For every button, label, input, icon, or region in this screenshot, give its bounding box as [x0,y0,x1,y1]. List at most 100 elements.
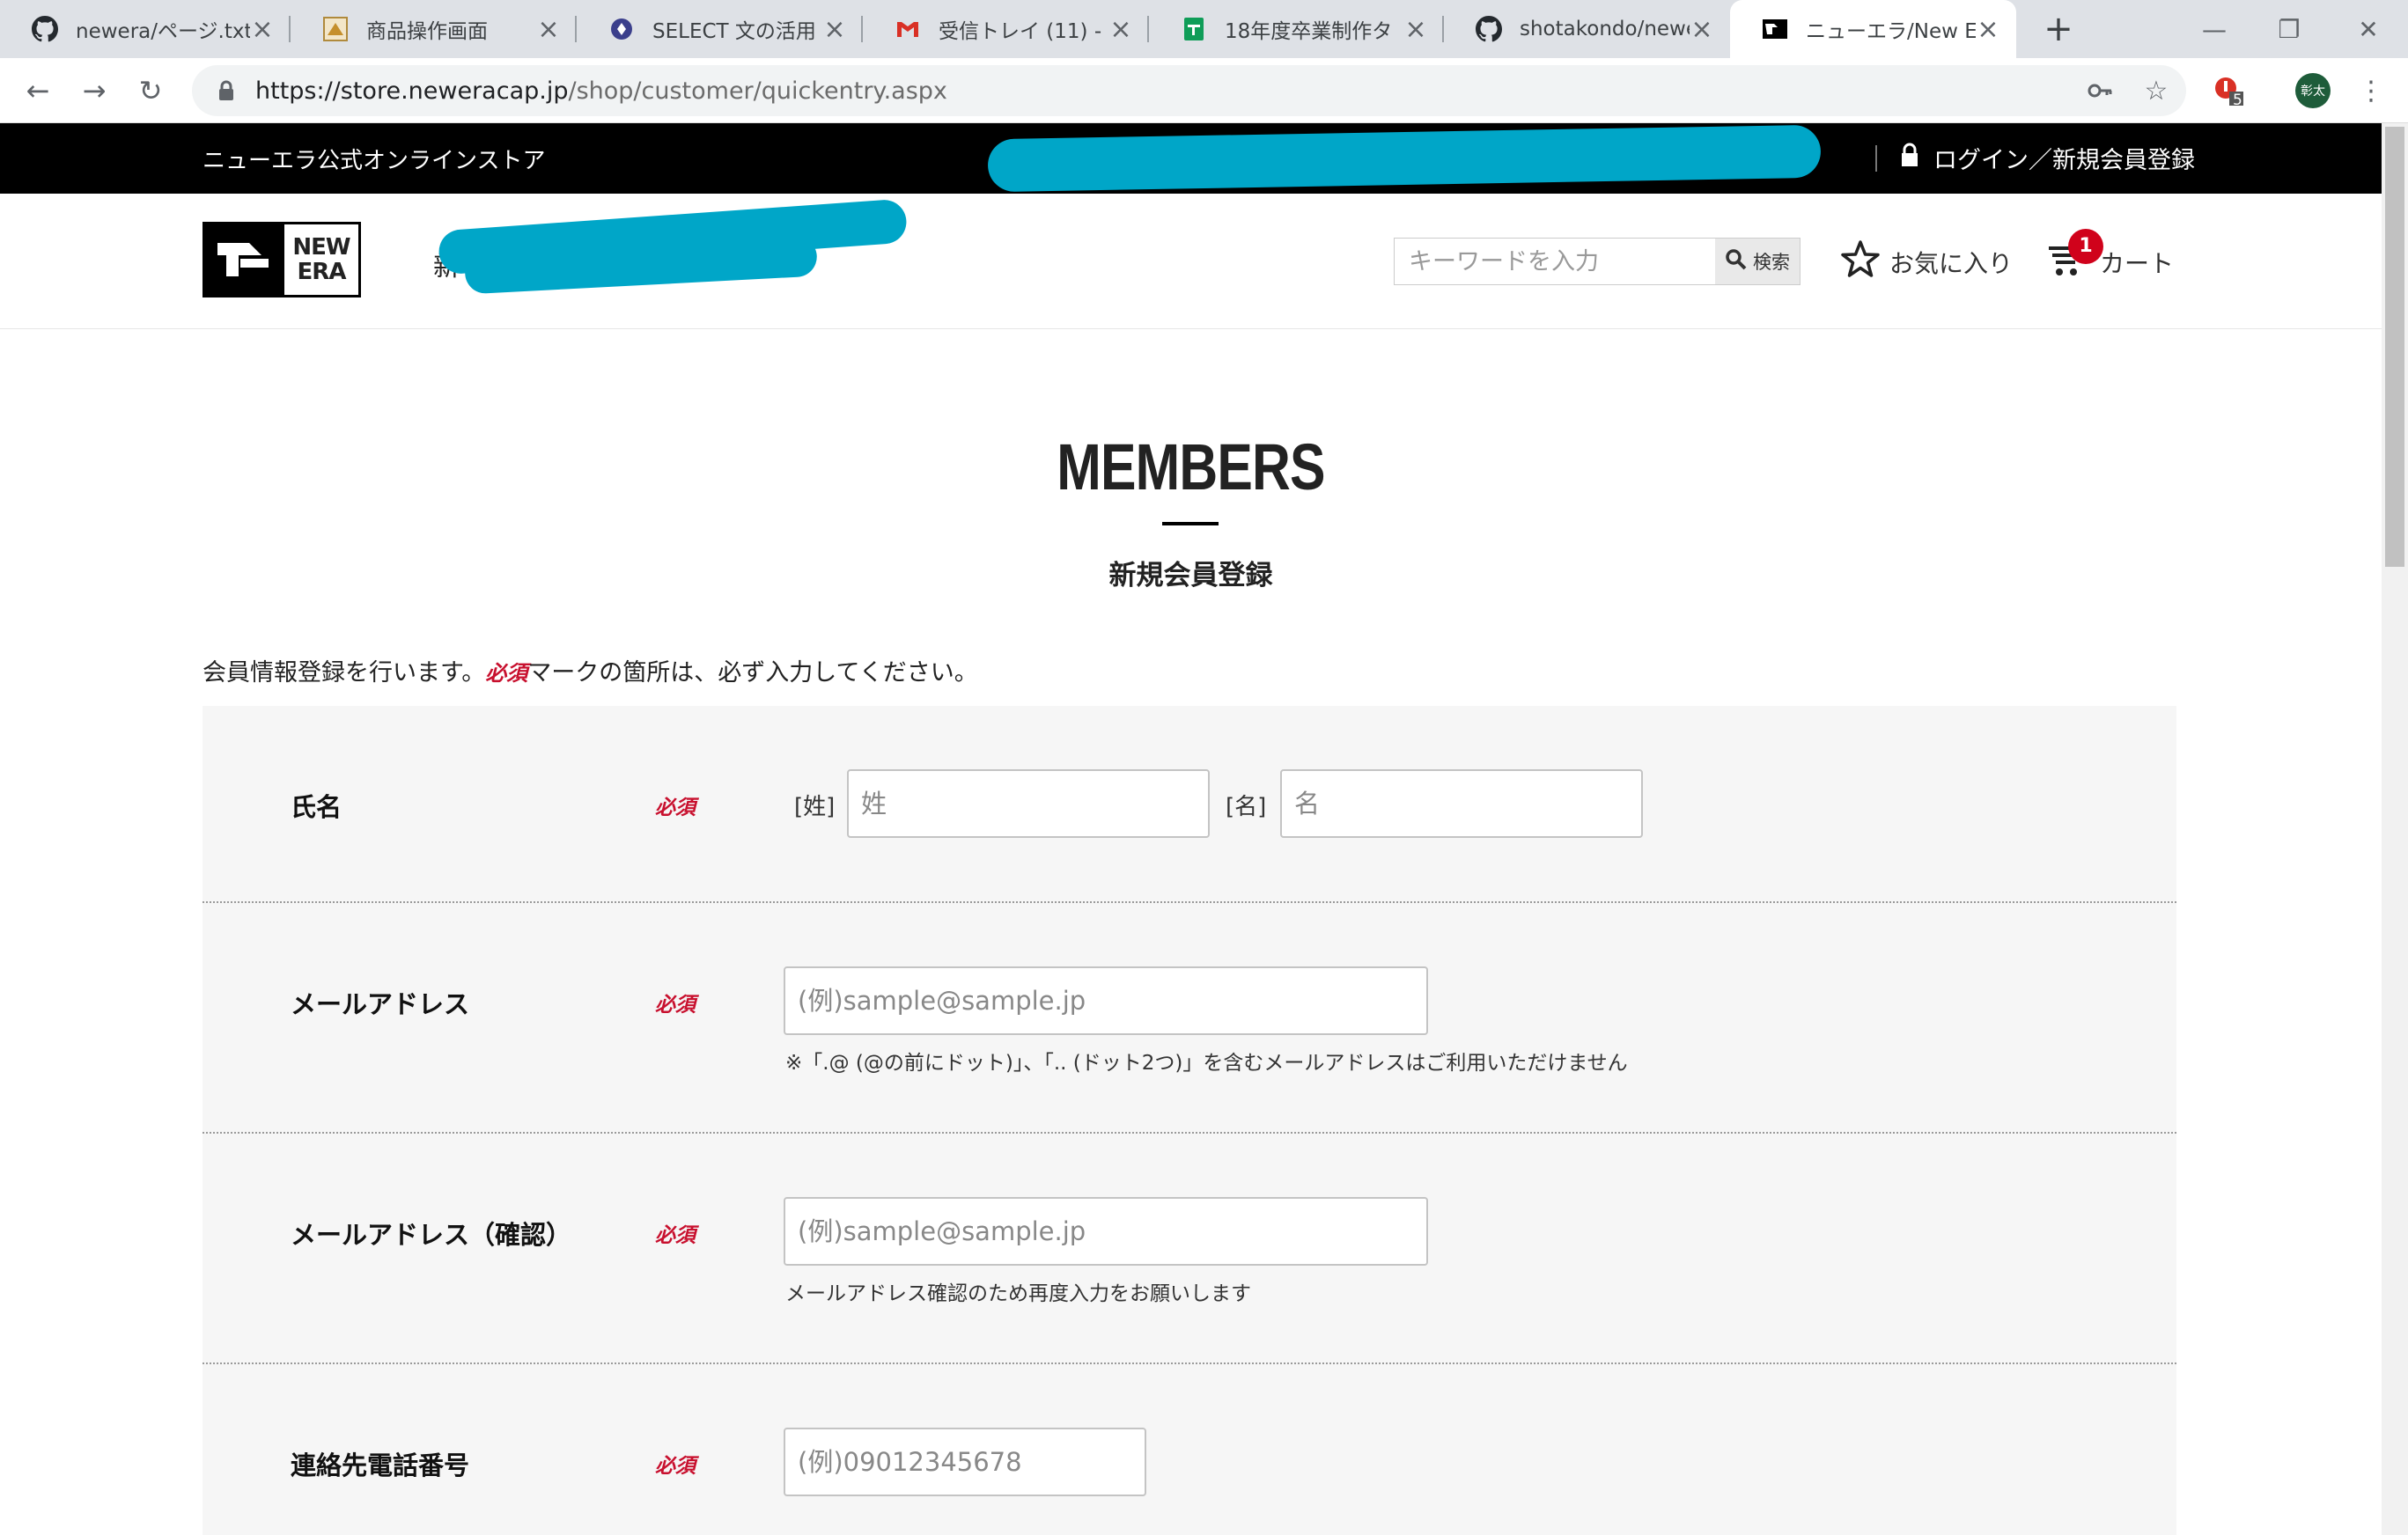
extension-icon[interactable]: 5 [2208,70,2249,111]
cart-icon: 1 [2047,229,2103,284]
required-badge: 必須 [655,994,696,1017]
profile-avatar[interactable]: 彰太 [2293,70,2333,111]
store-brand-text: ニューエラ公式オンラインストア [203,148,546,174]
form-row-name: 氏名 必須 [姓] [名] [203,706,2176,903]
close-tab-icon[interactable]: × [1690,14,1714,45]
logo-word-era: ERA [297,259,347,285]
newera-favicon-icon [1762,16,1788,42]
newera-logo[interactable]: NEW ERA [203,222,361,297]
gmail-icon [895,16,921,42]
close-tab-icon[interactable]: × [536,14,561,45]
phone-field [784,1428,1146,1496]
tab-title: 商品操作画面 [366,20,488,43]
intro-text: 会員情報登録を行います。必須マークの箇所は、必ず入力してください。 [203,653,978,687]
site-header: NEW ERA 新 検索 お気に入り 1 カート [0,194,2382,329]
logo-word-new: NEW [292,234,350,261]
browser-tab[interactable]: 商品操作画面 × [291,0,577,58]
first-name-field [1280,769,1643,838]
browser-tab-strip: newera/ページ.txt at × 商品操作画面 × SELECT 文の活用… [0,0,2408,58]
required-badge: 必須 [655,1224,696,1247]
form-row-email-confirm: メールアドレス（確認） 必須 メールアドレス確認のため再度入力をお願いします [203,1134,2176,1364]
required-badge: 必須 [655,1455,696,1478]
site-favicon-icon [608,16,635,42]
tab-title: SELECT 文の活用（ [652,20,822,43]
email-field [784,966,1428,1035]
logo-wordmark: NEW ERA [284,224,358,295]
email-confirm-note: メールアドレス確認のため再度入力をお願いします [785,1282,1251,1305]
last-name-field [847,769,1210,838]
phone-input[interactable] [798,1447,1145,1477]
login-register-link[interactable]: ログイン／新規会員登録 [1875,141,2195,175]
key-icon[interactable] [2080,70,2120,111]
page-scrollbar[interactable]: ▲ [2382,123,2408,1535]
email-confirm-input[interactable] [798,1216,1426,1246]
registration-form: 氏名 必須 [姓] [名] メールアドレス 必須 ※「.@ (@の前にドット)」… [203,706,2176,1535]
favorites-label: お気に入り [1889,248,2014,278]
required-badge: 必須 [655,797,696,819]
redaction-mark [987,124,1822,193]
browser-tab[interactable]: newera/ページ.txt at × [0,0,291,58]
site-topbar: ニューエラ公式オンラインストア ログイン／新規会員登録 [0,123,2382,194]
bookmark-star-icon[interactable]: ☆ [2136,70,2176,111]
email-confirm-label: メールアドレス（確認） [291,1220,572,1250]
last-name-input[interactable] [861,789,1208,819]
lock-icon [1900,143,1919,173]
close-tab-icon[interactable]: × [1108,14,1133,45]
scrollbar-thumb[interactable] [2385,127,2404,567]
tab-title: 受信トレイ (11) - sk [939,20,1108,43]
forward-arrow-icon[interactable]: → [74,70,114,111]
email-note: ※「.@ (@の前にドット)」、「.. (ドット2つ)」を含むメールアドレスはご… [785,1052,1628,1075]
cart-link[interactable]: 1 カート [2047,229,2174,284]
search-button[interactable]: 検索 [1715,239,1800,284]
favorites-link[interactable]: お気に入り [1840,239,2013,284]
email-label: メールアドレス [291,989,470,1019]
browser-tab[interactable]: shotakondo/newe × [1444,0,1730,58]
login-register-label: ログイン／新規会員登録 [1933,147,2195,174]
url-path: /shop/customer/quickentry.aspx [568,77,947,105]
github-icon [1476,16,1502,42]
intro-text-before: 会員情報登録を行います。 [203,659,486,687]
tab-title: ニューエラ/New Era公 [1806,20,1976,43]
name-label: 氏名 [291,792,342,822]
site-favicon-icon [322,16,349,42]
address-bar[interactable]: https://store.neweracap.jp/shop/customer… [192,65,2186,116]
close-window-icon[interactable]: ✕ [2329,0,2408,58]
tab-title: 18年度卒業制作タ [1225,20,1393,43]
close-tab-icon[interactable]: × [1976,14,2000,45]
email-input[interactable] [798,986,1426,1016]
close-tab-icon[interactable]: × [822,14,847,45]
first-name-bracket: [名] [1226,794,1267,820]
new-tab-button[interactable]: + [2038,9,2079,49]
menu-kebab-icon[interactable]: ⋮ [2351,70,2391,111]
minimize-icon[interactable]: — [2175,0,2254,58]
browser-tab[interactable]: 受信トレイ (11) - sk × [863,0,1149,58]
phone-label: 連絡先電話番号 [291,1451,470,1480]
browser-tab[interactable]: SELECT 文の活用（ × [577,0,863,58]
avatar: 彰太 [2295,73,2331,108]
title-underline [1162,522,1219,525]
browser-tab[interactable]: 18年度卒業制作タ × [1149,0,1444,58]
url-host: https://store.neweracap.jp [255,77,569,105]
browser-tab-active[interactable]: ニューエラ/New Era公 × [1730,0,2016,58]
close-tab-icon[interactable]: × [250,14,275,45]
reload-icon[interactable]: ↻ [130,70,171,111]
search-icon [1725,248,1748,275]
search-box: 検索 [1394,238,1800,285]
close-tab-icon[interactable]: × [1403,14,1428,45]
newera-flag-icon [205,224,284,295]
search-input[interactable] [1395,239,1715,284]
divider [1875,144,1877,172]
restore-icon[interactable]: ❐ [2250,0,2329,58]
tab-title: shotakondo/newe [1520,18,1690,40]
sheets-icon [1181,16,1207,42]
form-row-email: メールアドレス 必須 ※「.@ (@の前にドット)」、「.. (ドット2つ)」を… [203,903,2176,1134]
back-arrow-icon[interactable]: ← [18,70,58,111]
first-name-input[interactable] [1294,789,1641,819]
tab-title: newera/ページ.txt at [76,20,250,43]
email-confirm-field [784,1197,1428,1266]
extension-badge: 5 [2233,92,2242,109]
page-subtitle: 新規会員登録 [1108,560,1273,591]
github-icon [32,16,58,42]
intro-text-after: マークの箇所は、必ず入力してください。 [527,659,978,687]
required-badge: 必須 [485,661,528,686]
